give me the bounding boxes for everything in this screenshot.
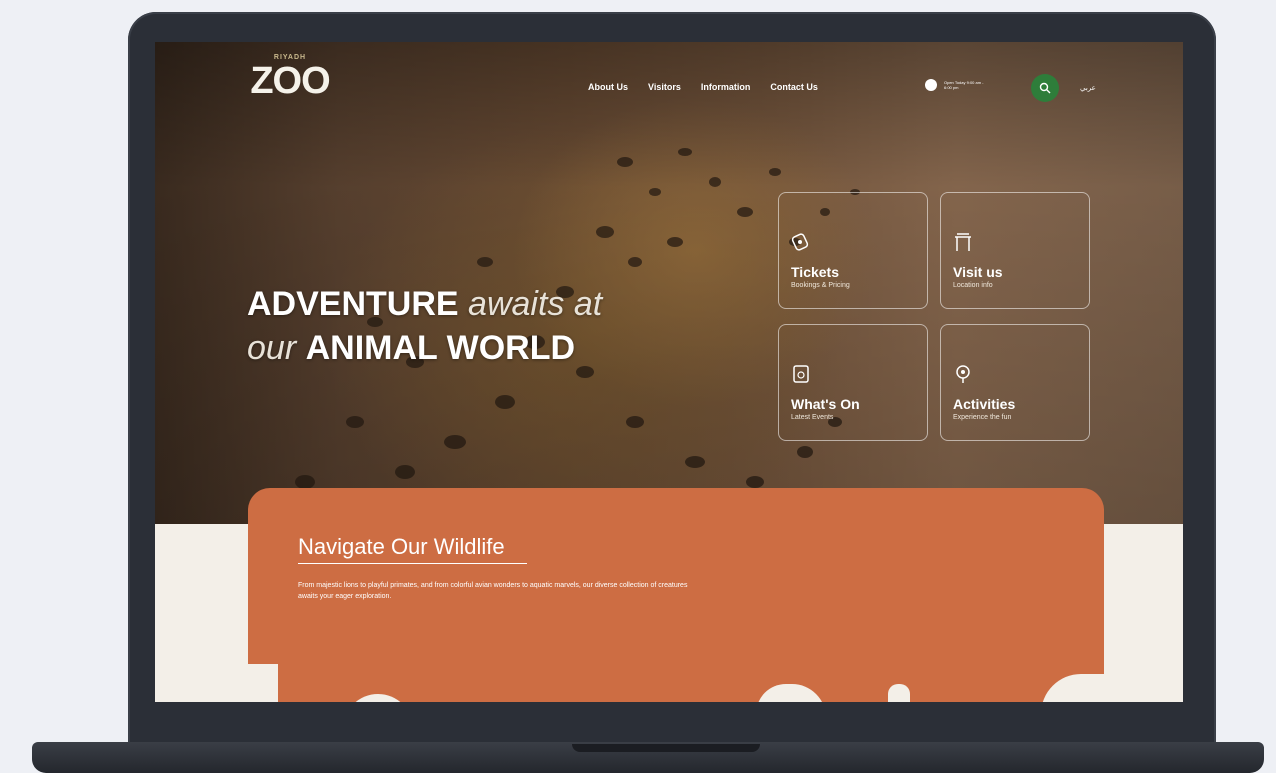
main-nav: About Us Visitors Information Contact Us xyxy=(588,82,818,92)
ticket-icon xyxy=(791,233,809,251)
card-subtitle: Bookings & Pricing xyxy=(791,282,850,289)
card-title: Activities xyxy=(953,396,1016,412)
card-title: Tickets xyxy=(791,264,839,280)
headline-bold-2: ANIMAL WORLD xyxy=(305,329,576,367)
animal-silhouette-2 xyxy=(756,684,826,702)
gate-icon xyxy=(955,233,971,251)
website-screen: RIYADH ZOO About Us Visitors Information… xyxy=(155,42,1183,702)
headline-bold-1: ADVENTURE xyxy=(247,285,459,323)
nav-contact-us[interactable]: Contact Us xyxy=(770,82,818,92)
hero-leopard-image: RIYADH ZOO About Us Visitors Information… xyxy=(155,42,1183,524)
logo-main-text: ZOO xyxy=(250,60,330,102)
nav-about-us[interactable]: About Us xyxy=(588,82,628,92)
nav-information[interactable]: Information xyxy=(701,82,751,92)
headline-italic-2: our xyxy=(247,329,297,367)
card-tickets[interactable]: Tickets Bookings & Pricing xyxy=(778,192,928,309)
decor-shape-left xyxy=(248,664,278,702)
laptop-notch xyxy=(572,744,760,752)
nav-visitors[interactable]: Visitors xyxy=(648,82,681,92)
wildlife-section: Navigate Our Wildlife From majestic lion… xyxy=(248,488,1104,702)
opening-hours: Open Today 9:00 am - 6:00 pm xyxy=(925,79,990,91)
card-whats-on[interactable]: What's On Latest Events xyxy=(778,324,928,441)
card-title: What's On xyxy=(791,396,860,412)
card-subtitle: Location info xyxy=(953,282,993,289)
animal-silhouette-4 xyxy=(1041,674,1104,702)
wildlife-title: Navigate Our Wildlife xyxy=(298,534,527,564)
search-button[interactable] xyxy=(1031,74,1059,102)
animal-silhouette-1 xyxy=(343,694,413,702)
animal-silhouette-3 xyxy=(888,684,910,702)
activity-icon xyxy=(956,365,970,383)
card-activities[interactable]: Activities Experience the fun xyxy=(940,324,1090,441)
card-subtitle: Latest Events xyxy=(791,414,834,421)
search-icon xyxy=(1039,82,1051,94)
clock-icon xyxy=(925,79,937,91)
hours-text: Open Today 9:00 am - 6:00 pm xyxy=(944,80,984,90)
hero-headline: ADVENTURE awaits at our ANIMAL WORLD xyxy=(247,282,602,370)
headline-italic-1: awaits at xyxy=(468,285,603,323)
card-subtitle: Experience the fun xyxy=(953,414,1012,421)
card-title: Visit us xyxy=(953,264,1003,280)
card-visit-us[interactable]: Visit us Location info xyxy=(940,192,1090,309)
language-switch[interactable]: عربي xyxy=(1080,84,1096,92)
zoo-logo[interactable]: RIYADH ZOO xyxy=(247,54,333,116)
calendar-icon xyxy=(793,365,809,383)
wildlife-description: From majestic lions to playful primates,… xyxy=(298,582,688,600)
